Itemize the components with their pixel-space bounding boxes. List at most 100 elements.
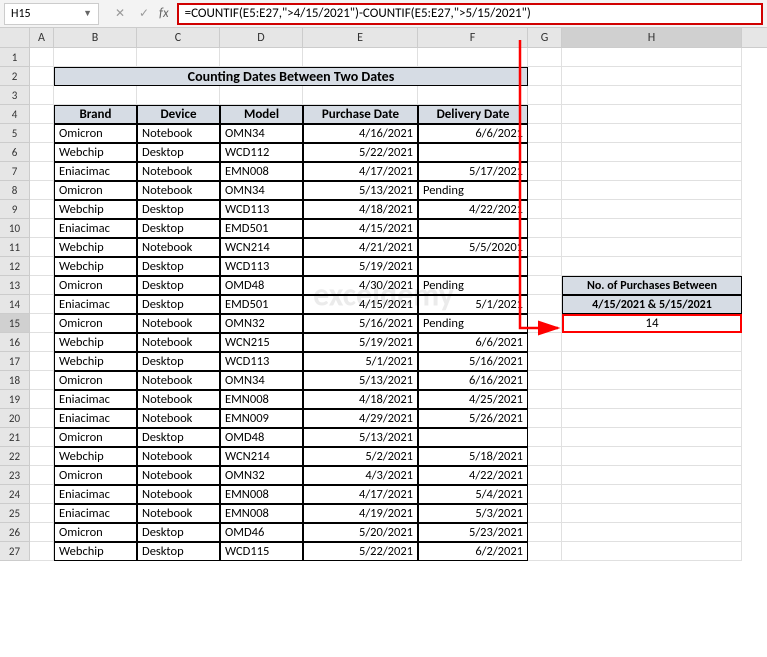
data-device[interactable]: Notebook bbox=[137, 124, 220, 143]
col-header-d[interactable]: D bbox=[220, 28, 303, 47]
data-model[interactable]: EMN008 bbox=[220, 485, 303, 504]
row-header[interactable]: 18 bbox=[0, 371, 30, 390]
chevron-down-icon[interactable]: ▼ bbox=[83, 8, 92, 19]
data-model[interactable]: EMN008 bbox=[220, 390, 303, 409]
cell[interactable] bbox=[528, 162, 562, 181]
data-purchase[interactable]: 5/13/2021 bbox=[303, 181, 418, 200]
data-model[interactable]: WCN214 bbox=[220, 447, 303, 466]
cell[interactable] bbox=[562, 504, 742, 523]
data-purchase[interactable]: 4/29/2021 bbox=[303, 409, 418, 428]
cell[interactable] bbox=[528, 105, 562, 124]
data-device[interactable]: Notebook bbox=[137, 371, 220, 390]
data-delivery[interactable]: Pending bbox=[418, 181, 528, 200]
data-brand[interactable]: Omicron bbox=[54, 523, 137, 542]
data-purchase[interactable]: 4/16/2021 bbox=[303, 124, 418, 143]
row-header[interactable]: 1 bbox=[0, 48, 30, 67]
cell[interactable] bbox=[30, 162, 54, 181]
col-header-a[interactable]: A bbox=[30, 28, 54, 47]
cell[interactable] bbox=[562, 409, 742, 428]
cell[interactable] bbox=[137, 86, 220, 105]
cell[interactable] bbox=[562, 485, 742, 504]
cell[interactable] bbox=[220, 48, 303, 67]
cell[interactable] bbox=[303, 86, 418, 105]
fx-icon[interactable]: fx bbox=[159, 6, 169, 21]
cell[interactable] bbox=[562, 162, 742, 181]
cell[interactable] bbox=[562, 181, 742, 200]
row-header[interactable]: 21 bbox=[0, 428, 30, 447]
data-model[interactable]: EMN009 bbox=[220, 409, 303, 428]
data-model[interactable]: WCD113 bbox=[220, 200, 303, 219]
cell[interactable] bbox=[30, 466, 54, 485]
data-brand[interactable]: Eniacimac bbox=[54, 219, 137, 238]
header-purchase[interactable]: Purchase Date bbox=[303, 105, 418, 124]
data-model[interactable]: OMN32 bbox=[220, 314, 303, 333]
data-brand[interactable]: Webchip bbox=[54, 333, 137, 352]
data-device[interactable]: Desktop bbox=[137, 428, 220, 447]
data-device[interactable]: Notebook bbox=[137, 181, 220, 200]
data-brand[interactable]: Eniacimac bbox=[54, 295, 137, 314]
cell[interactable] bbox=[528, 504, 562, 523]
data-model[interactable]: WCD113 bbox=[220, 257, 303, 276]
data-device[interactable]: Notebook bbox=[137, 162, 220, 181]
data-model[interactable]: WCN214 bbox=[220, 238, 303, 257]
data-purchase[interactable]: 5/13/2021 bbox=[303, 428, 418, 447]
data-delivery[interactable]: 5/17/2021 bbox=[418, 162, 528, 181]
data-purchase[interactable]: 5/19/2021 bbox=[303, 257, 418, 276]
data-device[interactable]: Notebook bbox=[137, 409, 220, 428]
data-brand[interactable]: Omicron bbox=[54, 466, 137, 485]
cell[interactable] bbox=[528, 295, 562, 314]
data-model[interactable]: WCD115 bbox=[220, 542, 303, 561]
row-header[interactable]: 22 bbox=[0, 447, 30, 466]
data-brand[interactable]: Webchip bbox=[54, 257, 137, 276]
cell[interactable] bbox=[30, 542, 54, 561]
cell[interactable] bbox=[30, 371, 54, 390]
cell[interactable] bbox=[562, 105, 742, 124]
row-header[interactable]: 23 bbox=[0, 466, 30, 485]
data-delivery[interactable] bbox=[418, 219, 528, 238]
cell[interactable] bbox=[30, 219, 54, 238]
data-model[interactable]: EMN008 bbox=[220, 504, 303, 523]
data-delivery[interactable]: 6/16/2021 bbox=[418, 371, 528, 390]
data-delivery[interactable] bbox=[418, 143, 528, 162]
data-purchase[interactable]: 4/21/2021 bbox=[303, 238, 418, 257]
cell[interactable] bbox=[528, 200, 562, 219]
cell[interactable] bbox=[30, 504, 54, 523]
data-purchase[interactable]: 4/3/2021 bbox=[303, 466, 418, 485]
row-header[interactable]: 27 bbox=[0, 542, 30, 561]
cell[interactable] bbox=[418, 86, 528, 105]
data-purchase[interactable]: 5/2/2021 bbox=[303, 447, 418, 466]
row-header[interactable]: 24 bbox=[0, 485, 30, 504]
cell[interactable] bbox=[528, 523, 562, 542]
data-device[interactable]: Notebook bbox=[137, 238, 220, 257]
data-purchase[interactable]: 4/15/2021 bbox=[303, 295, 418, 314]
data-purchase[interactable]: 5/19/2021 bbox=[303, 333, 418, 352]
data-purchase[interactable]: 4/18/2021 bbox=[303, 390, 418, 409]
data-delivery[interactable]: 5/23/2021 bbox=[418, 523, 528, 542]
row-header[interactable]: 26 bbox=[0, 523, 30, 542]
data-delivery[interactable]: 5/4/2021 bbox=[418, 485, 528, 504]
data-device[interactable]: Desktop bbox=[137, 276, 220, 295]
data-delivery[interactable]: Pending bbox=[418, 314, 528, 333]
cell[interactable] bbox=[562, 257, 742, 276]
row-header[interactable]: 16 bbox=[0, 333, 30, 352]
title-cell[interactable]: Counting Dates Between Two Dates bbox=[54, 67, 528, 86]
data-purchase[interactable]: 5/13/2021 bbox=[303, 371, 418, 390]
cell[interactable] bbox=[562, 371, 742, 390]
data-brand[interactable]: Webchip bbox=[54, 447, 137, 466]
data-brand[interactable]: Webchip bbox=[54, 352, 137, 371]
data-model[interactable]: OMN34 bbox=[220, 124, 303, 143]
row-header[interactable]: 19 bbox=[0, 390, 30, 409]
cell[interactable] bbox=[562, 86, 742, 105]
data-brand[interactable]: Omicron bbox=[54, 276, 137, 295]
cell[interactable] bbox=[562, 352, 742, 371]
data-device[interactable]: Notebook bbox=[137, 485, 220, 504]
row-header[interactable]: 11 bbox=[0, 238, 30, 257]
cell[interactable] bbox=[562, 219, 742, 238]
cell[interactable] bbox=[30, 257, 54, 276]
data-brand[interactable]: Omicron bbox=[54, 181, 137, 200]
header-brand[interactable]: Brand bbox=[54, 105, 137, 124]
cell[interactable] bbox=[528, 257, 562, 276]
data-delivery[interactable]: 6/6/2021 bbox=[418, 124, 528, 143]
col-header-b[interactable]: B bbox=[54, 28, 137, 47]
data-delivery[interactable]: 6/6/2021 bbox=[418, 333, 528, 352]
